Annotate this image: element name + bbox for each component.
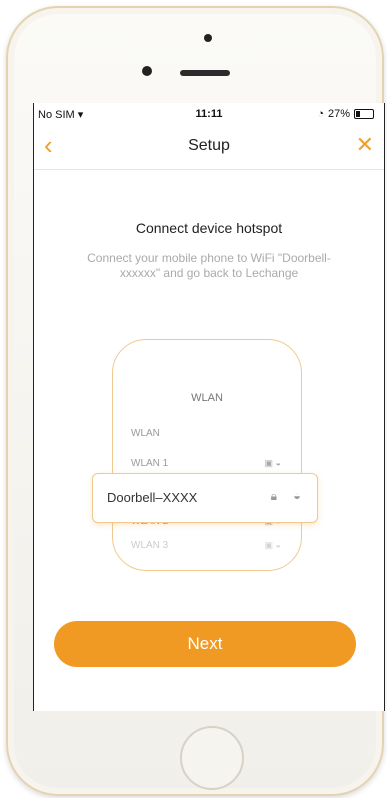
wlan-header: WLAN xyxy=(191,392,223,404)
battery-icon xyxy=(354,109,374,119)
nav-bar: ‹ Setup ✕ xyxy=(34,125,384,170)
network-name: Doorbell–XXXX xyxy=(107,490,198,505)
proximity-sensor xyxy=(204,34,212,42)
instructions-text: Connect your mobile phone to WiFi "Doorb… xyxy=(87,251,331,280)
app-screen: No SIM ▾ 11:11 ◔ 27% ‹ Setup ✕ Connect d… xyxy=(33,103,385,711)
phone-illustration: WLAN WLAN WLAN 1▣ ◒ WLAN 2▣ ◒ WLAN 3▣ ◒ xyxy=(112,339,302,571)
next-button[interactable]: Next xyxy=(54,621,356,667)
battery-status: ◔ 27% xyxy=(317,108,374,120)
lock-icon: 🔒︎ xyxy=(270,489,277,503)
section-title: Connect device hotspot xyxy=(135,220,283,236)
battery-percent: 27% xyxy=(327,108,350,120)
wifi-signal-icon: ◒ xyxy=(293,488,301,503)
wlan-row: WLAN 1 ▣ ◒ xyxy=(131,458,281,469)
home-button[interactable] xyxy=(180,726,244,790)
page-title: Setup xyxy=(188,137,230,154)
earpiece-speaker xyxy=(180,70,230,76)
wlan-row: WLAN xyxy=(131,428,160,439)
wlan-row: WLAN 3 ▣ ◒ xyxy=(131,540,281,551)
status-bar: No SIM ▾ 11:11 ◔ 27% xyxy=(34,103,384,125)
lock-wifi-icon: ▣ ◒ xyxy=(264,458,281,468)
rotation-lock-icon: ◔ xyxy=(317,108,324,120)
front-camera xyxy=(142,66,152,76)
close-icon[interactable]: ✕ xyxy=(356,133,374,157)
lock-wifi-icon: ▣ ◒ xyxy=(264,540,281,550)
doorbell-network-card: Doorbell–XXXX 🔒︎ ◒ xyxy=(92,473,318,523)
